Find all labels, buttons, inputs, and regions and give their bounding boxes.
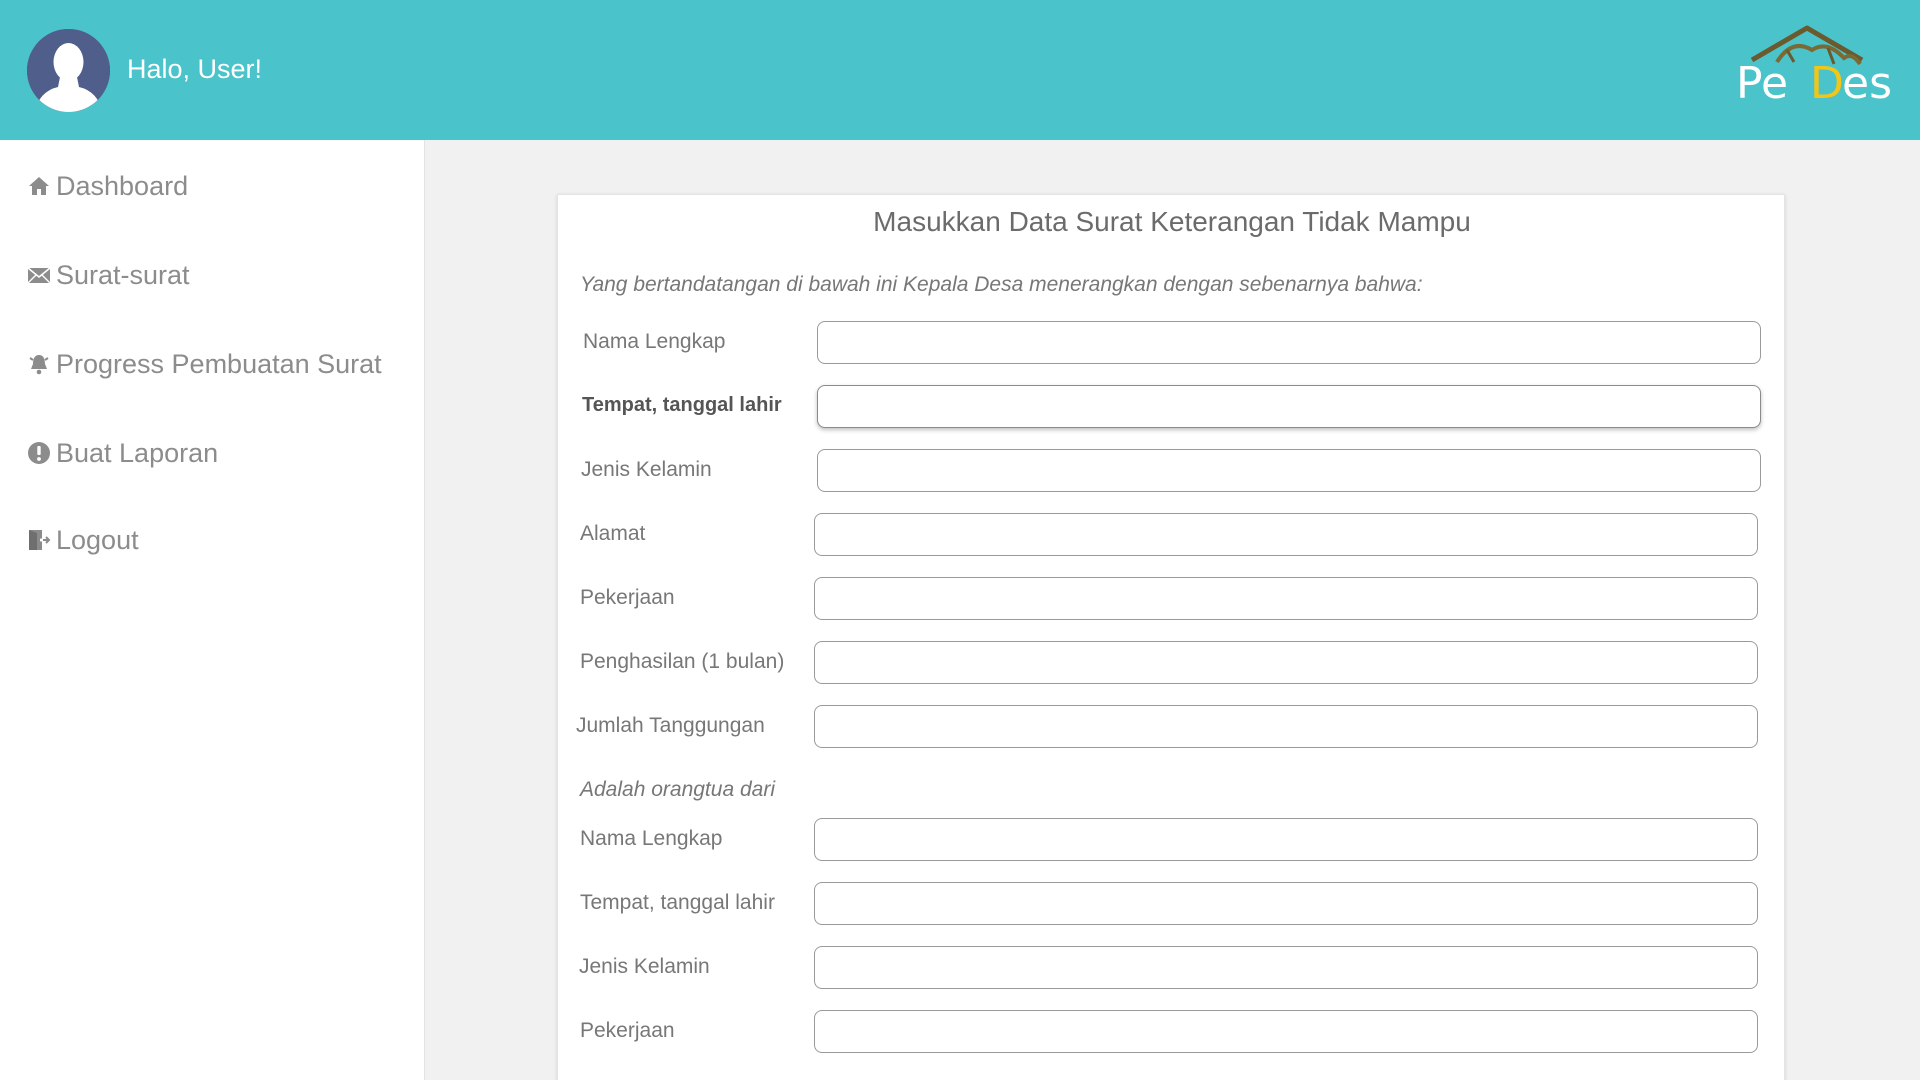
form-title: Masukkan Data Surat Keterangan Tidak Mam… [873, 206, 1471, 237]
parent-section-note: Adalah orangtua dari [580, 778, 775, 801]
sidebar-item-dashboard[interactable]: Dashboard [26, 166, 188, 206]
logout-icon [26, 527, 52, 553]
field-label: Alamat [580, 522, 646, 545]
field-label: Jenis Kelamin [581, 458, 712, 481]
sidebar: Dashboard Surat-surat Progress Pembuatan… [0, 140, 425, 1080]
field-label: Nama Lengkap [583, 330, 726, 353]
field-label: Tempat, tanggal lahir [582, 394, 782, 416]
parent-tempat-tanggal-lahir-input[interactable] [814, 882, 1758, 925]
field-label: Jenis Kelamin [579, 955, 710, 978]
sidebar-item-surat[interactable]: Surat-surat [26, 255, 190, 295]
pekerjaan-input[interactable] [814, 577, 1758, 620]
sidebar-item-buat-laporan[interactable]: Buat Laporan [26, 433, 218, 473]
field-label: Nama Lengkap [580, 827, 723, 850]
svg-text:Pe: Pe [1736, 58, 1788, 106]
bell-icon [26, 351, 52, 377]
sidebar-item-label: Surat-surat [56, 259, 190, 290]
top-header: Halo, User! Pe D es [0, 0, 1920, 140]
sidebar-item-label: Progress Pembuatan Surat [56, 348, 382, 379]
sidebar-item-logout[interactable]: Logout [26, 520, 139, 560]
jumlah-tanggungan-input[interactable] [814, 705, 1758, 748]
svg-text:D: D [1810, 58, 1844, 106]
greeting-text: Halo, User! [127, 54, 263, 84]
svg-text:es: es [1842, 58, 1892, 106]
form-intro-text: Yang bertandatangan di bawah ini Kepala … [580, 273, 1423, 296]
sidebar-item-label: Logout [56, 524, 139, 555]
home-icon [26, 173, 52, 199]
nama-lengkap-input[interactable] [817, 321, 1761, 364]
pedes-logo[interactable]: Pe D es [1732, 20, 1902, 106]
alamat-input[interactable] [814, 513, 1758, 556]
sidebar-item-label: Buat Laporan [56, 437, 219, 468]
sidebar-item-label: Dashboard [56, 170, 189, 201]
parent-nama-lengkap-input[interactable] [814, 818, 1758, 861]
parent-pekerjaan-input[interactable] [814, 1010, 1758, 1053]
tempat-tanggal-lahir-input[interactable] [817, 385, 1761, 428]
envelope-icon [26, 262, 52, 288]
form-card: Masukkan Data Surat Keterangan Tidak Mam… [557, 194, 1785, 1080]
field-label: Pekerjaan [580, 1019, 675, 1042]
field-label: Tempat, tanggal lahir [580, 891, 775, 914]
jenis-kelamin-input[interactable] [817, 449, 1761, 492]
user-avatar-icon[interactable] [27, 29, 110, 112]
sidebar-item-progress[interactable]: Progress Pembuatan Surat [26, 344, 382, 384]
penghasilan-input[interactable] [814, 641, 1758, 684]
exclamation-icon [26, 440, 52, 466]
parent-jenis-kelamin-input[interactable] [814, 946, 1758, 989]
field-label: Penghasilan (1 bulan) [580, 650, 785, 673]
field-label: Jumlah Tanggungan [576, 714, 765, 737]
field-label: Pekerjaan [580, 586, 675, 609]
